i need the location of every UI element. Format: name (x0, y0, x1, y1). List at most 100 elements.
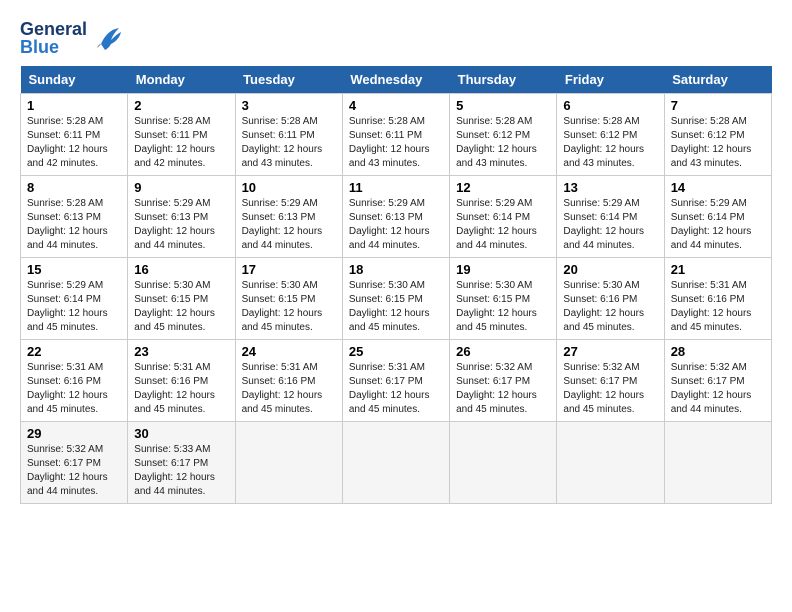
day-number: 4 (349, 98, 443, 113)
weekday-header-sunday: Sunday (21, 66, 128, 94)
day-number: 8 (27, 180, 121, 195)
day-number: 17 (242, 262, 336, 277)
day-info: Sunrise: 5:29 AMSunset: 6:13 PMDaylight:… (349, 198, 430, 251)
day-info: Sunrise: 5:28 AMSunset: 6:11 PMDaylight:… (27, 116, 108, 169)
weekday-header-thursday: Thursday (450, 66, 557, 94)
day-info: Sunrise: 5:29 AMSunset: 6:14 PMDaylight:… (671, 198, 752, 251)
day-info: Sunrise: 5:33 AMSunset: 6:17 PMDaylight:… (134, 444, 215, 497)
day-info: Sunrise: 5:31 AMSunset: 6:16 PMDaylight:… (134, 362, 215, 415)
day-info: Sunrise: 5:29 AMSunset: 6:14 PMDaylight:… (456, 198, 537, 251)
day-info: Sunrise: 5:29 AMSunset: 6:13 PMDaylight:… (242, 198, 323, 251)
calendar-week-row: 8 Sunrise: 5:28 AMSunset: 6:13 PMDayligh… (21, 176, 772, 258)
weekday-header-saturday: Saturday (664, 66, 771, 94)
calendar-day-cell: 24 Sunrise: 5:31 AMSunset: 6:16 PMDaylig… (235, 340, 342, 422)
weekday-header-monday: Monday (128, 66, 235, 94)
day-number: 13 (563, 180, 657, 195)
calendar-week-row: 1 Sunrise: 5:28 AMSunset: 6:11 PMDayligh… (21, 94, 772, 176)
logo: General Blue (20, 20, 123, 56)
calendar-day-cell: 4 Sunrise: 5:28 AMSunset: 6:11 PMDayligh… (342, 94, 449, 176)
calendar-day-cell: 28 Sunrise: 5:32 AMSunset: 6:17 PMDaylig… (664, 340, 771, 422)
calendar-day-cell: 12 Sunrise: 5:29 AMSunset: 6:14 PMDaylig… (450, 176, 557, 258)
weekday-header-row: SundayMondayTuesdayWednesdayThursdayFrid… (21, 66, 772, 94)
day-info: Sunrise: 5:31 AMSunset: 6:16 PMDaylight:… (27, 362, 108, 415)
calendar-day-cell: 19 Sunrise: 5:30 AMSunset: 6:15 PMDaylig… (450, 258, 557, 340)
day-number: 29 (27, 426, 121, 441)
day-number: 24 (242, 344, 336, 359)
calendar-day-cell: 1 Sunrise: 5:28 AMSunset: 6:11 PMDayligh… (21, 94, 128, 176)
calendar-day-cell: 22 Sunrise: 5:31 AMSunset: 6:16 PMDaylig… (21, 340, 128, 422)
calendar-day-cell: 2 Sunrise: 5:28 AMSunset: 6:11 PMDayligh… (128, 94, 235, 176)
calendar-day-cell: 8 Sunrise: 5:28 AMSunset: 6:13 PMDayligh… (21, 176, 128, 258)
day-info: Sunrise: 5:28 AMSunset: 6:13 PMDaylight:… (27, 198, 108, 251)
calendar-day-cell: 11 Sunrise: 5:29 AMSunset: 6:13 PMDaylig… (342, 176, 449, 258)
day-number: 26 (456, 344, 550, 359)
day-info: Sunrise: 5:29 AMSunset: 6:14 PMDaylight:… (27, 280, 108, 333)
day-number: 12 (456, 180, 550, 195)
day-number: 14 (671, 180, 765, 195)
day-number: 22 (27, 344, 121, 359)
calendar-day-cell: 26 Sunrise: 5:32 AMSunset: 6:17 PMDaylig… (450, 340, 557, 422)
day-number: 7 (671, 98, 765, 113)
logo-line1: General (20, 20, 87, 38)
day-info: Sunrise: 5:30 AMSunset: 6:15 PMDaylight:… (456, 280, 537, 333)
calendar-week-row: 22 Sunrise: 5:31 AMSunset: 6:16 PMDaylig… (21, 340, 772, 422)
weekday-header-tuesday: Tuesday (235, 66, 342, 94)
day-number: 9 (134, 180, 228, 195)
day-number: 1 (27, 98, 121, 113)
calendar-day-cell: 18 Sunrise: 5:30 AMSunset: 6:15 PMDaylig… (342, 258, 449, 340)
day-info: Sunrise: 5:30 AMSunset: 6:15 PMDaylight:… (134, 280, 215, 333)
day-info: Sunrise: 5:31 AMSunset: 6:16 PMDaylight:… (242, 362, 323, 415)
day-number: 2 (134, 98, 228, 113)
weekday-header-friday: Friday (557, 66, 664, 94)
day-number: 5 (456, 98, 550, 113)
day-info: Sunrise: 5:30 AMSunset: 6:15 PMDaylight:… (349, 280, 430, 333)
day-number: 23 (134, 344, 228, 359)
calendar-day-cell (342, 422, 449, 504)
calendar-day-cell: 5 Sunrise: 5:28 AMSunset: 6:12 PMDayligh… (450, 94, 557, 176)
calendar-day-cell (557, 422, 664, 504)
logo-line2: Blue (20, 38, 87, 56)
day-number: 3 (242, 98, 336, 113)
calendar-day-cell: 6 Sunrise: 5:28 AMSunset: 6:12 PMDayligh… (557, 94, 664, 176)
day-number: 21 (671, 262, 765, 277)
calendar-week-row: 29 Sunrise: 5:32 AMSunset: 6:17 PMDaylig… (21, 422, 772, 504)
day-number: 20 (563, 262, 657, 277)
calendar-day-cell: 27 Sunrise: 5:32 AMSunset: 6:17 PMDaylig… (557, 340, 664, 422)
day-info: Sunrise: 5:30 AMSunset: 6:15 PMDaylight:… (242, 280, 323, 333)
day-info: Sunrise: 5:28 AMSunset: 6:11 PMDaylight:… (242, 116, 323, 169)
weekday-header-wednesday: Wednesday (342, 66, 449, 94)
header: General Blue (20, 20, 772, 56)
day-info: Sunrise: 5:32 AMSunset: 6:17 PMDaylight:… (27, 444, 108, 497)
day-info: Sunrise: 5:28 AMSunset: 6:12 PMDaylight:… (563, 116, 644, 169)
day-number: 11 (349, 180, 443, 195)
day-number: 30 (134, 426, 228, 441)
day-number: 25 (349, 344, 443, 359)
day-number: 16 (134, 262, 228, 277)
calendar-day-cell: 3 Sunrise: 5:28 AMSunset: 6:11 PMDayligh… (235, 94, 342, 176)
calendar-day-cell (235, 422, 342, 504)
calendar-day-cell (664, 422, 771, 504)
calendar-day-cell: 25 Sunrise: 5:31 AMSunset: 6:17 PMDaylig… (342, 340, 449, 422)
day-info: Sunrise: 5:31 AMSunset: 6:17 PMDaylight:… (349, 362, 430, 415)
calendar-day-cell: 23 Sunrise: 5:31 AMSunset: 6:16 PMDaylig… (128, 340, 235, 422)
calendar-day-cell: 20 Sunrise: 5:30 AMSunset: 6:16 PMDaylig… (557, 258, 664, 340)
day-info: Sunrise: 5:28 AMSunset: 6:12 PMDaylight:… (671, 116, 752, 169)
calendar-day-cell (450, 422, 557, 504)
day-info: Sunrise: 5:32 AMSunset: 6:17 PMDaylight:… (563, 362, 644, 415)
calendar-day-cell: 16 Sunrise: 5:30 AMSunset: 6:15 PMDaylig… (128, 258, 235, 340)
day-info: Sunrise: 5:29 AMSunset: 6:14 PMDaylight:… (563, 198, 644, 251)
day-info: Sunrise: 5:32 AMSunset: 6:17 PMDaylight:… (671, 362, 752, 415)
day-info: Sunrise: 5:31 AMSunset: 6:16 PMDaylight:… (671, 280, 752, 333)
day-info: Sunrise: 5:28 AMSunset: 6:11 PMDaylight:… (134, 116, 215, 169)
day-number: 15 (27, 262, 121, 277)
calendar-table: SundayMondayTuesdayWednesdayThursdayFrid… (20, 66, 772, 504)
calendar-day-cell: 30 Sunrise: 5:33 AMSunset: 6:17 PMDaylig… (128, 422, 235, 504)
day-info: Sunrise: 5:32 AMSunset: 6:17 PMDaylight:… (456, 362, 537, 415)
logo-bird-icon (91, 24, 123, 52)
calendar-day-cell: 10 Sunrise: 5:29 AMSunset: 6:13 PMDaylig… (235, 176, 342, 258)
day-info: Sunrise: 5:30 AMSunset: 6:16 PMDaylight:… (563, 280, 644, 333)
day-info: Sunrise: 5:28 AMSunset: 6:11 PMDaylight:… (349, 116, 430, 169)
calendar-day-cell: 7 Sunrise: 5:28 AMSunset: 6:12 PMDayligh… (664, 94, 771, 176)
calendar-day-cell: 29 Sunrise: 5:32 AMSunset: 6:17 PMDaylig… (21, 422, 128, 504)
calendar-day-cell: 9 Sunrise: 5:29 AMSunset: 6:13 PMDayligh… (128, 176, 235, 258)
